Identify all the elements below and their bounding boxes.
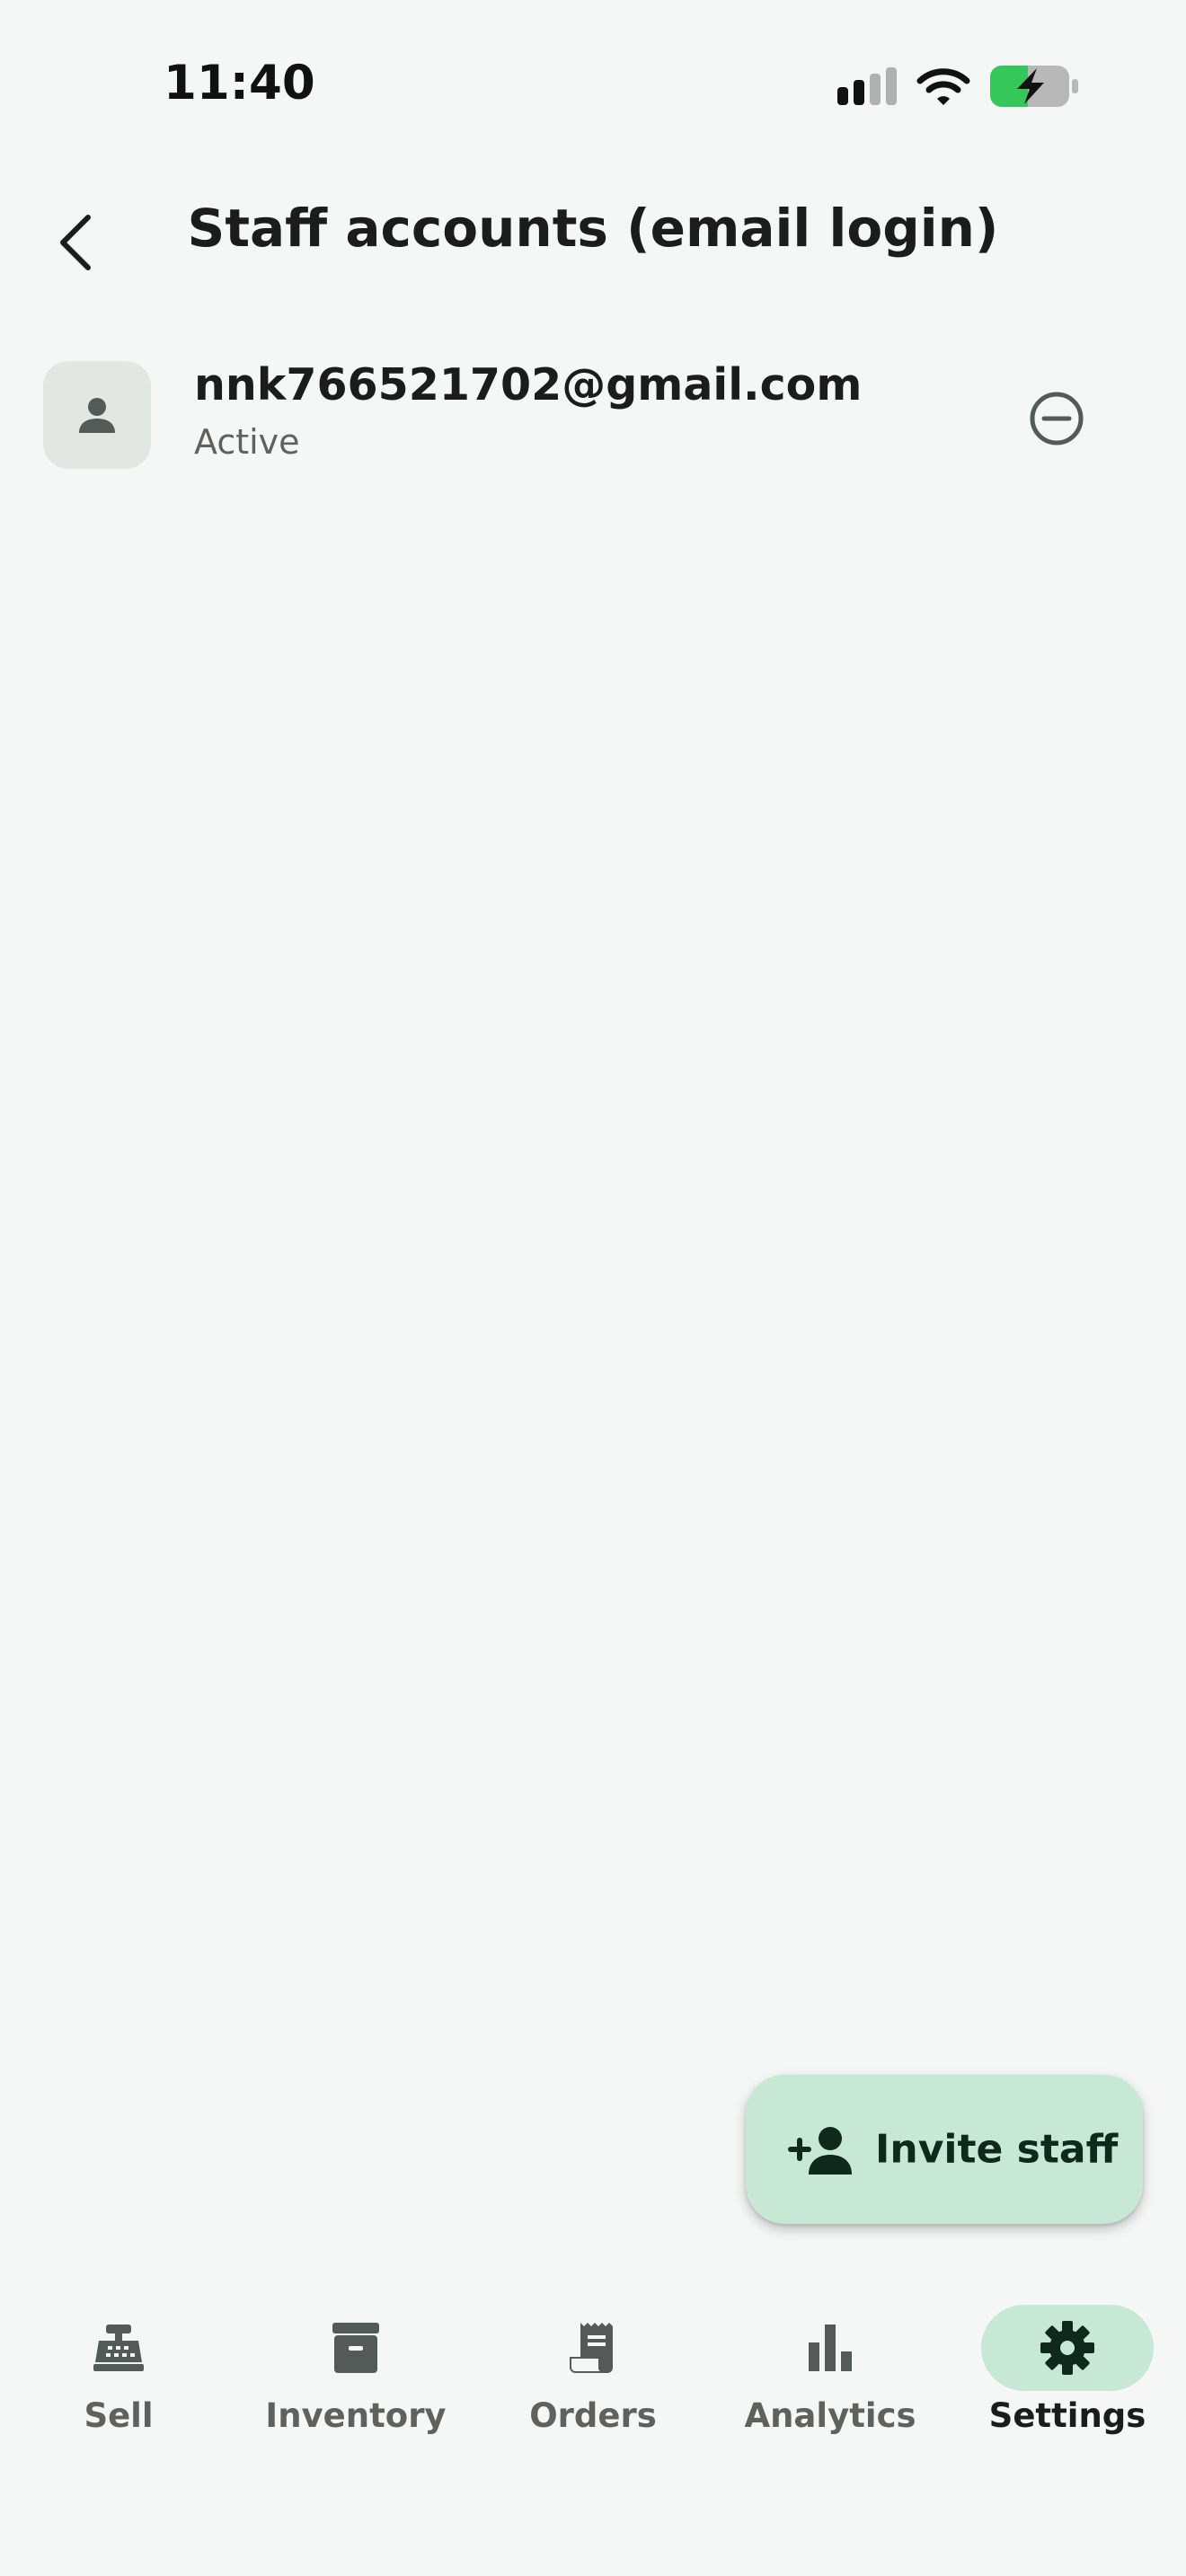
screen: 11:40 Staff accounts (email login) nnk76… xyxy=(0,0,1186,2576)
remove-circle-icon xyxy=(1030,392,1084,446)
battery-charging-icon xyxy=(990,66,1078,107)
bar-chart-icon xyxy=(809,2325,852,2371)
nav-item-sell[interactable]: Sell xyxy=(11,2299,226,2461)
nav-icon-container xyxy=(270,2305,442,2391)
staff-list-item[interactable]: nnk766521702@gmail.com Active xyxy=(0,350,1186,476)
receipt-icon xyxy=(570,2323,613,2373)
nav-item-inventory[interactable]: Inventory xyxy=(248,2299,464,2461)
invite-staff-button[interactable]: Invite staff xyxy=(746,2075,1143,2224)
person-add-icon xyxy=(788,2127,852,2175)
nav-label: Analytics xyxy=(744,2396,916,2435)
nav-icon-container xyxy=(744,2305,916,2391)
nav-item-analytics[interactable]: Analytics xyxy=(722,2299,938,2461)
avatar xyxy=(43,361,151,469)
bottom-navigation: Sell Inventory Orders Analytics Settings xyxy=(0,2299,1186,2461)
invite-staff-label: Invite staff xyxy=(875,2126,1119,2173)
staff-status: Active xyxy=(194,422,300,462)
person-icon xyxy=(79,398,115,433)
nav-item-settings[interactable]: Settings xyxy=(960,2299,1175,2461)
nav-icon-container xyxy=(32,2305,205,2391)
nav-label: Sell xyxy=(84,2396,154,2435)
page-title: Staff accounts (email login) xyxy=(187,198,999,259)
cash-register-icon xyxy=(93,2325,144,2371)
nav-label: Settings xyxy=(988,2396,1146,2435)
nav-icon-container xyxy=(981,2305,1154,2391)
status-time: 11:40 xyxy=(164,56,315,110)
gear-icon xyxy=(1040,2321,1094,2375)
wifi-icon xyxy=(916,68,970,105)
staff-email: nnk766521702@gmail.com xyxy=(194,359,863,410)
nav-label: Orders xyxy=(529,2396,657,2435)
nav-icon-container xyxy=(507,2305,679,2391)
nav-label: Inventory xyxy=(265,2396,447,2435)
cellular-signal-icon xyxy=(837,67,897,105)
status-icons xyxy=(837,63,1078,110)
remove-staff-button[interactable] xyxy=(1021,383,1093,454)
nav-item-orders[interactable]: Orders xyxy=(485,2299,701,2461)
archive-box-icon xyxy=(332,2323,379,2373)
